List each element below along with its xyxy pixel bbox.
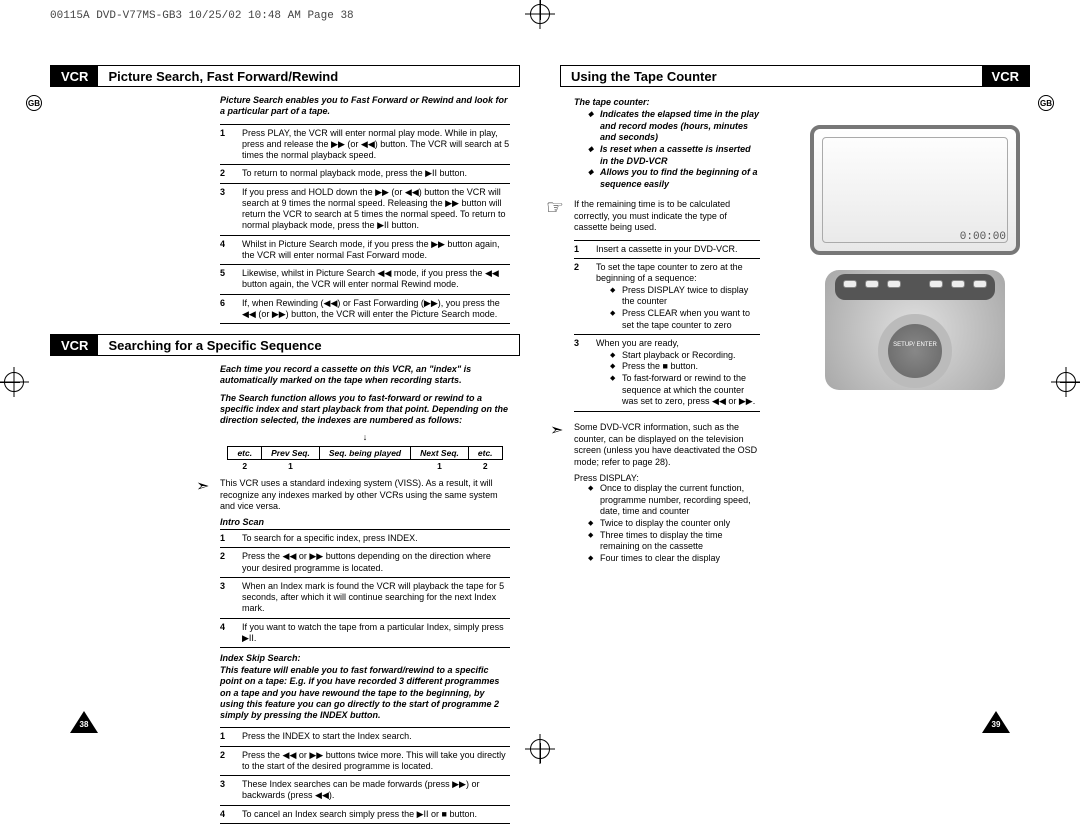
disp-b1: Once to display the current function, pr… <box>588 483 760 518</box>
section2-title: Searching for a Specific Sequence <box>98 335 519 355</box>
section3-steps: 1Insert a cassette in your DVD-VCR. 2 To… <box>574 240 760 412</box>
register-target-right <box>1056 372 1076 392</box>
tc-bullet-2: Is reset when a cassette is inserted in … <box>588 144 760 167</box>
tape-counter-head: The tape counter: <box>574 97 760 107</box>
print-header: 00115A DVD-V77MS-GB3 10/25/02 10:48 AM P… <box>50 10 354 22</box>
section1-title-bar: VCR Picture Search, Fast Forward/Rewind <box>50 65 520 87</box>
section1-steps: 1Press PLAY, the VCR will enter normal p… <box>220 124 510 325</box>
section2-title-bar: VCR Searching for a Specific Sequence <box>50 334 520 356</box>
disp-b3: Three times to display the time remainin… <box>588 530 760 553</box>
osd-note: Some DVD-VCR information, such as the co… <box>574 422 760 469</box>
index-skip-steps: 1Press the INDEX to start the Index sear… <box>220 727 510 824</box>
gb-badge-left: GB <box>26 95 42 111</box>
s3-step1: Insert a cassette in your DVD-VCR. <box>596 244 760 255</box>
section2-tag: VCR <box>51 335 98 355</box>
intro-scan-steps: 1To search for a specific index, press I… <box>220 529 510 648</box>
index-arrow-down: ↓ <box>220 432 510 442</box>
section3-title-bar: VCR Using the Tape Counter <box>560 65 1030 87</box>
tv-screen-illustration: 0:00:00 <box>810 125 1020 255</box>
section3-title: Using the Tape Counter <box>561 66 982 86</box>
section1-tag: VCR <box>51 66 98 86</box>
index-skip-intro: This feature will enable you to fast for… <box>220 665 510 721</box>
press-display: Press DISPLAY: <box>574 473 760 483</box>
section2-intro2: The Search function allows you to fast-f… <box>220 393 510 427</box>
section1-title: Picture Search, Fast Forward/Rewind <box>98 66 519 86</box>
index-skip-head: Index Skip Search: <box>220 653 510 663</box>
s1-step3: If you press and HOLD down the ▶▶ (or ◀◀… <box>242 187 510 232</box>
section2-intro1: Each time you record a cassette on this … <box>220 364 510 387</box>
register-target-left <box>4 372 24 392</box>
intro-scan-head: Intro Scan <box>220 517 510 527</box>
counter-display: 0:00:00 <box>960 231 1006 243</box>
register-target-top <box>530 4 550 24</box>
note-icon-2: ➣ <box>550 420 563 440</box>
s3-step2: To set the tape counter to zero at the b… <box>596 262 760 331</box>
viss-note: This VCR uses a standard indexing system… <box>220 478 510 512</box>
hand-note: If the remaining time is to be calculate… <box>574 199 760 234</box>
s1-step2: To return to normal playback mode, press… <box>242 168 510 179</box>
remote-illustration: SETUP/ ENTER <box>825 270 1005 390</box>
section3-tag: VCR <box>982 66 1029 86</box>
remote-enter-label: SETUP/ ENTER <box>893 342 937 348</box>
s3-step3: When you are ready, Start playback or Re… <box>596 338 760 408</box>
disp-b2: Twice to display the counter only <box>588 518 760 530</box>
s1-step6: If, when Rewinding (◀◀) or Fast Forwardi… <box>242 298 510 321</box>
section1-intro: Picture Search enables you to Fast Forwa… <box>220 95 510 118</box>
register-target-bottom <box>530 739 550 759</box>
gb-badge-right: GB <box>1038 95 1054 111</box>
hand-icon: ☞ <box>546 195 564 220</box>
note-icon: ➣ <box>196 476 209 496</box>
index-diagram: etc. Prev Seq. Seq. being played Next Se… <box>220 446 510 472</box>
disp-b4: Four times to clear the display <box>588 553 760 565</box>
page-right: GB VCR Using the Tape Counter The tape c… <box>560 65 1030 733</box>
page-number-right: 39 <box>982 711 1010 733</box>
page-left: GB VCR Picture Search, Fast Forward/Rewi… <box>50 65 520 733</box>
page-number-left: 38 <box>70 711 98 733</box>
s1-step1: Press PLAY, the VCR will enter normal pl… <box>242 128 510 162</box>
s1-step4: Whilst in Picture Search mode, if you pr… <box>242 239 510 262</box>
tc-bullet-1: Indicates the elapsed time in the play a… <box>588 109 760 144</box>
s1-step5: Likewise, whilst in Picture Search ◀◀ mo… <box>242 268 510 291</box>
tc-bullet-3: Allows you to find the beginning of a se… <box>588 167 760 190</box>
